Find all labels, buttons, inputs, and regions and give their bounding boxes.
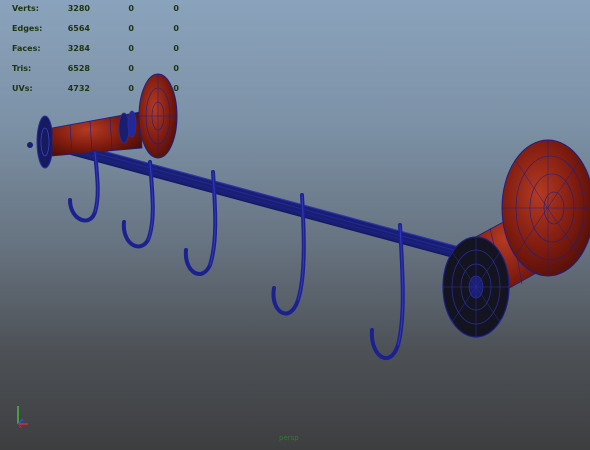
hud-label: Verts: (12, 4, 39, 13)
hud-value: 0 (128, 24, 134, 33)
hud-value: 3280 (67, 4, 90, 13)
hud-value: 0 (173, 24, 179, 33)
hud-value: 0 (128, 64, 134, 73)
hud-value: 0 (128, 4, 134, 13)
hud-row-tris: Tris: 6528 0 0 (12, 63, 202, 83)
hud-label: UVs: (12, 84, 33, 93)
viewport-3d[interactable]: Verts: 3280 0 0 Edges: 6564 0 0 Faces: 3… (0, 0, 590, 450)
hud-value: 6528 (67, 64, 90, 73)
axis-gizmo-icon: x (17, 406, 28, 430)
rail-bar (61, 139, 479, 265)
right-end-cap (442, 139, 590, 338)
hud-row-edges: Edges: 6564 0 0 (12, 23, 202, 43)
camera-label: persp (279, 434, 299, 442)
hud-value: 0 (128, 84, 134, 93)
hud-value: 4732 (67, 84, 90, 93)
hud-value: 0 (173, 64, 179, 73)
poly-count-hud: Verts: 3280 0 0 Edges: 6564 0 0 Faces: 3… (12, 3, 202, 103)
hud-label: Edges: (12, 24, 43, 33)
svg-text:x: x (19, 424, 22, 430)
hooks (68, 150, 405, 360)
hud-value: 0 (173, 4, 179, 13)
hud-row-uvs: UVs: 4732 0 0 (12, 83, 202, 103)
hud-value: 0 (173, 84, 179, 93)
hook-5 (369, 223, 405, 360)
hook-1 (68, 150, 100, 223)
hud-row-verts: Verts: 3280 0 0 (12, 3, 202, 23)
hud-value: 3284 (67, 44, 90, 53)
hud-value: 6564 (67, 24, 90, 33)
hud-value: 0 (128, 44, 134, 53)
hud-row-faces: Faces: 3284 0 0 (12, 43, 202, 63)
hud-label: Tris: (12, 64, 32, 73)
hud-label: Faces: (12, 44, 41, 53)
hud-value: 0 (173, 44, 179, 53)
